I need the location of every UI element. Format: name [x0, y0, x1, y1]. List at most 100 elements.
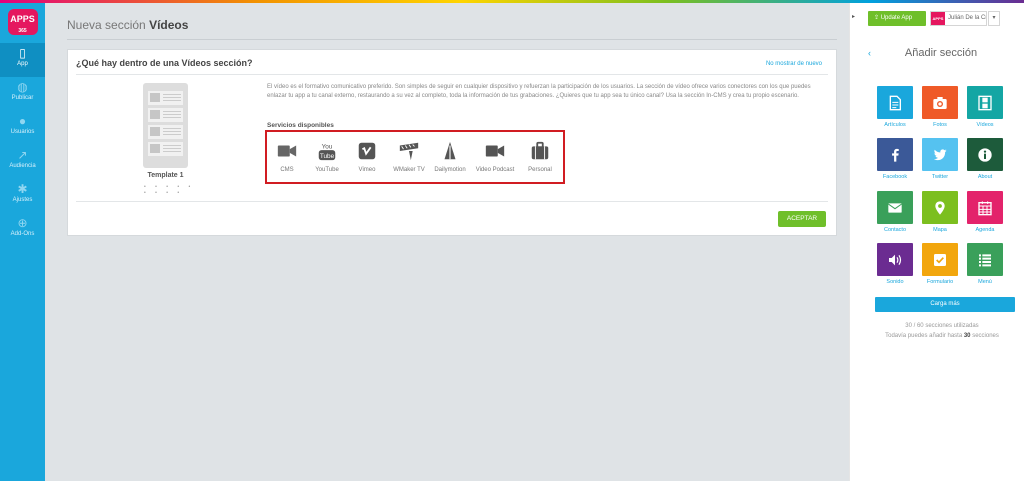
logo-sub: 365: [18, 28, 27, 34]
section-tile-about[interactable]: About: [966, 138, 1004, 184]
wmaker-icon: [386, 140, 432, 162]
nav-addons[interactable]: ⊕ Add-Ons: [0, 213, 45, 247]
panel-toggle-strip[interactable]: [849, 3, 860, 481]
phone-icon: ▯: [19, 46, 26, 60]
document-icon: [877, 86, 913, 119]
nav-publicar[interactable]: ◍ Publicar: [0, 77, 45, 111]
service-video-podcast[interactable]: Video Podcast: [472, 140, 518, 173]
speaker-icon: [877, 243, 913, 276]
nav-ajustes-label: Ajustes: [12, 197, 33, 203]
plus-icon: ⊕: [17, 216, 28, 230]
services-label: Servicios disponibles: [267, 122, 334, 129]
service-personal-label: Personal: [528, 167, 552, 173]
camera-icon: [922, 86, 958, 119]
section-tile-menu[interactable]: Menú: [966, 243, 1004, 289]
nav-ajustes[interactable]: ✱ Ajustes: [0, 179, 45, 213]
update-app-button[interactable]: ⇪ Update App: [868, 11, 926, 26]
page-title: Nueva sección Vídeos: [67, 18, 188, 32]
card-heading: ¿Qué hay dentro de una Vídeos sección?: [76, 58, 253, 68]
service-wmaker-tv-label: WMaker TV: [393, 167, 425, 173]
section-tile-videos[interactable]: Vídeos: [966, 86, 1004, 132]
chevron-down-icon[interactable]: ▾: [988, 11, 1000, 26]
section-tile-label: Contacto: [883, 227, 906, 233]
no-show-again-link[interactable]: No mostrar de nuevo: [766, 61, 822, 67]
chevron-right-icon[interactable]: ▸: [852, 13, 855, 20]
section-info-card: ¿Qué hay dentro de una Vídeos sección? N…: [67, 49, 837, 236]
accept-button[interactable]: ACEPTAR: [778, 211, 826, 227]
gear-icon: ✱: [17, 182, 28, 196]
film-icon: [967, 86, 1003, 119]
section-tile-agenda[interactable]: Agenda: [966, 191, 1004, 237]
list-icon: [967, 243, 1003, 276]
template-pager-dots[interactable]: • • • • • • • • •: [144, 184, 204, 196]
preview-row: [148, 91, 183, 105]
nav-usuarios[interactable]: ● Usuarios: [0, 111, 45, 145]
service-cms-label: CMS: [280, 167, 294, 173]
calendar-icon: [967, 191, 1003, 224]
section-tile-label: About: [977, 174, 993, 180]
section-tile-label: Fotos: [933, 122, 947, 128]
dailymotion-icon: [427, 140, 473, 162]
section-tile-label: Twitter: [931, 174, 949, 180]
nav-audiencia[interactable]: ↗ Audiencia: [0, 145, 45, 179]
remaining-prefix: Todavía puedes añadir hasta: [885, 333, 963, 339]
info-icon: [967, 138, 1003, 171]
preview-row: [148, 142, 183, 156]
nav-usuarios-label: Usuarios: [10, 129, 35, 135]
svg-text:You: You: [322, 143, 333, 150]
chart-icon: ↗: [17, 148, 28, 162]
service-vimeo[interactable]: Vimeo: [344, 140, 390, 173]
section-tile-label: Menú: [978, 279, 992, 285]
template-preview[interactable]: [143, 83, 188, 168]
section-tile-label: Artículos: [884, 122, 906, 128]
section-tile-formulario[interactable]: Formulario: [921, 243, 959, 289]
load-more-button[interactable]: Carga más: [875, 297, 1015, 312]
nav-app-label: App: [17, 61, 28, 67]
section-tile-label: Mapa: [933, 227, 947, 233]
section-tile-articulos[interactable]: Artículos: [876, 86, 914, 132]
service-video-podcast-label: Video Podcast: [475, 167, 515, 173]
sections-remaining-text: Todavía puedes añadir hasta 30 secciones: [866, 333, 1018, 339]
preview-row: [148, 108, 183, 122]
briefcase-icon: [517, 140, 563, 162]
twitter-icon: [922, 138, 958, 171]
nav-app[interactable]: ▯ App: [0, 43, 45, 77]
vimeo-icon: [344, 140, 390, 162]
apps-logo[interactable]: APPS 365: [7, 9, 38, 35]
service-personal[interactable]: Personal: [517, 140, 563, 173]
avatar: APPS: [931, 12, 945, 25]
card-footer-divider: [76, 201, 828, 202]
logo-text: APPS: [10, 14, 35, 24]
service-dailymotion[interactable]: Dailymotion: [427, 140, 473, 173]
service-vimeo-label: Vimeo: [358, 167, 376, 173]
service-youtube-label: YouTube: [315, 167, 339, 173]
remaining-count: 30: [963, 333, 971, 339]
section-tile-twitter[interactable]: Twitter: [921, 138, 959, 184]
video-camera-icon: [472, 140, 518, 162]
facebook-icon: [877, 138, 913, 171]
section-tile-contacto[interactable]: Contacto: [876, 191, 914, 237]
section-tile-facebook[interactable]: Facebook: [876, 138, 914, 184]
svg-text:Tube: Tube: [320, 153, 335, 160]
nav-addons-label: Add-Ons: [10, 231, 35, 237]
section-tile-label: Vídeos: [976, 122, 994, 128]
page-title-bold: Vídeos: [149, 18, 189, 32]
page-title-prefix: Nueva sección: [67, 18, 146, 32]
section-tile-fotos[interactable]: Fotos: [921, 86, 959, 132]
left-sidebar: APPS 365 ▯ App ◍ Publicar ● Usuarios ↗ A…: [0, 3, 45, 481]
user-icon: ●: [18, 114, 27, 128]
sections-used-text: 30 / 60 secciones utilizadas: [905, 323, 979, 329]
service-wmaker-tv[interactable]: WMaker TV: [386, 140, 432, 173]
section-tile-sonido[interactable]: Sonido: [876, 243, 914, 289]
section-tile-label: Sonido: [886, 279, 904, 285]
map-pin-icon: [922, 191, 958, 224]
section-tile-mapa[interactable]: Mapa: [921, 191, 959, 237]
service-dailymotion-label: Dailymotion: [434, 167, 466, 173]
section-tile-label: Facebook: [882, 174, 908, 180]
globe-icon: ◍: [17, 80, 28, 94]
section-tile-label: Formulario: [926, 279, 954, 285]
title-divider: [67, 39, 837, 40]
envelope-icon: [877, 191, 913, 224]
panel-title: Añadir sección: [904, 47, 978, 59]
upload-icon: ⇪: [874, 15, 881, 21]
